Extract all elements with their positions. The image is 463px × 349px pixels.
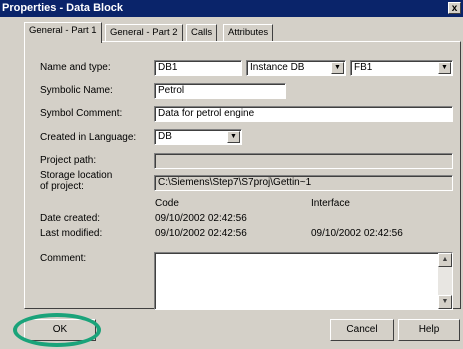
scroll-down-icon[interactable]: ▼ [438,295,452,309]
storage-label-line2: of project: [40,181,84,192]
language-value: DB [158,131,172,142]
type-value: Instance DB [250,62,305,73]
comment-scrollbar[interactable]: ▲ ▼ [438,253,452,309]
symbol-comment-field[interactable]: Data for petrol engine [154,106,453,122]
comment-label: Comment: [40,253,87,264]
fb-dropdown[interactable]: FB1 ▼ [350,60,453,76]
type-dropdown[interactable]: Instance DB ▼ [246,60,346,76]
ok-button[interactable]: OK [24,319,96,341]
tab-attributes[interactable]: Attributes [223,24,274,41]
symbolic-name-label: Symbolic Name: [40,85,113,96]
tab-general-part-1[interactable]: General - Part 1 [24,22,102,43]
help-button[interactable]: Help [398,319,460,341]
date-created-label: Date created: [40,213,101,224]
close-icon: x [451,3,458,14]
window-title: Properties - Data Block [2,2,124,14]
storage-location-field: C:\Siemens\Step7\S7proj\Gettin~1 [154,175,453,191]
name-type-label: Name and type: [40,62,111,73]
date-created-code: 09/10/2002 02:42:56 [155,213,247,224]
symbol-comment-label: Symbol Comment: [40,108,123,119]
title-bar: Properties - Data Block x [0,0,463,17]
tab-calls[interactable]: Calls [186,24,218,41]
created-language-label: Created in Language: [40,132,137,143]
name-field[interactable]: DB1 [154,60,242,76]
symbolic-name-field[interactable]: Petrol [154,83,286,99]
scroll-up-icon[interactable]: ▲ [438,253,452,267]
properties-dialog: Properties - Data Block x General - Part… [0,0,463,349]
interface-column-header: Interface [311,198,350,209]
language-dropdown[interactable]: DB ▼ [154,129,242,145]
project-path-field [154,153,453,169]
chevron-down-icon[interactable]: ▼ [227,131,240,143]
cancel-button[interactable]: Cancel [330,319,394,341]
fb-value: FB1 [354,62,373,73]
project-path-label: Project path: [40,155,97,166]
tab-general-part-2[interactable]: General - Part 2 [105,24,183,41]
last-modified-interface: 09/10/2002 02:42:56 [311,228,403,239]
close-button[interactable]: x [448,2,461,14]
chevron-down-icon[interactable]: ▼ [438,62,451,74]
comment-textarea[interactable]: ▲ ▼ [154,252,453,310]
last-modified-label: Last modified: [40,228,103,239]
last-modified-code: 09/10/2002 02:42:56 [155,228,247,239]
code-column-header: Code [155,198,179,209]
chevron-down-icon[interactable]: ▼ [331,62,344,74]
